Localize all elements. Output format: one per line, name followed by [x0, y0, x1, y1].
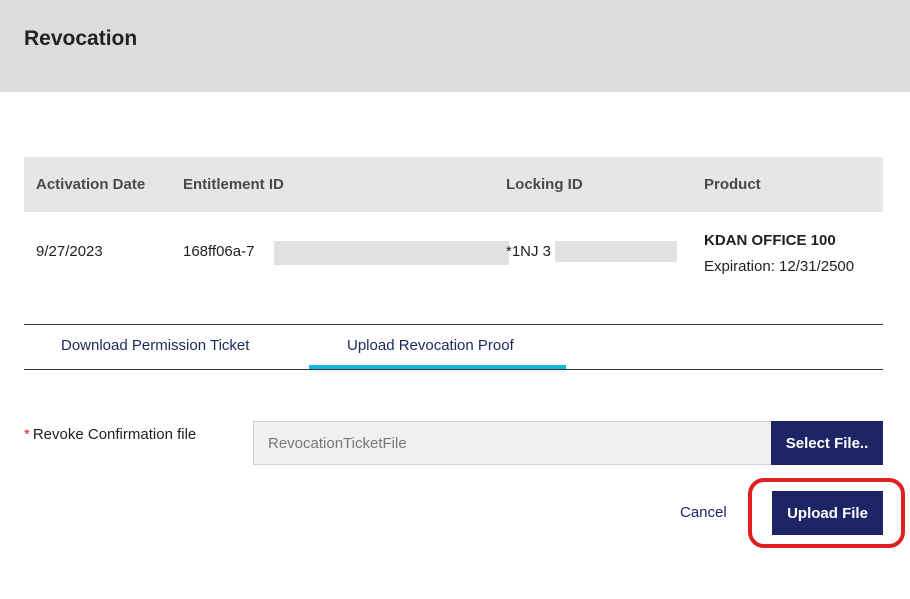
tabs-top-divider — [24, 324, 883, 325]
table-header-row: Activation Date Entitlement ID Locking I… — [24, 157, 883, 212]
cell-product-expiration: Expiration: 12/31/2500 — [704, 258, 855, 275]
select-file-button[interactable]: Select File.. — [771, 421, 883, 465]
dialog-title: Revocation — [24, 27, 138, 50]
tab-download-permission-ticket[interactable]: Download Permission Ticket — [61, 337, 249, 354]
table-row: 9/27/2023 168ff06a-7 *1NJ 3 KDAN OFFICE … — [24, 212, 883, 297]
cell-activation-date: 9/27/2023 — [36, 243, 103, 260]
column-header-activation-date: Activation Date — [36, 176, 146, 193]
cell-locking-id: *1NJ 3 — [506, 243, 552, 260]
dialog-header: Revocation — [0, 0, 910, 92]
cancel-link[interactable]: Cancel — [680, 504, 727, 521]
cell-product-name: KDAN OFFICE 100 — [704, 232, 836, 249]
required-marker: * — [24, 426, 30, 443]
tab-upload-revocation-proof[interactable]: Upload Revocation Proof — [347, 337, 514, 354]
revocation-file-input[interactable] — [253, 421, 771, 465]
revoke-confirmation-label-text: Revoke Confirmation file — [32, 426, 197, 443]
revoke-confirmation-label: * Revoke Confirmation file — [24, 426, 196, 443]
column-header-locking-id: Locking ID — [506, 176, 583, 193]
redaction-mask-locking-id — [555, 241, 677, 262]
column-header-product: Product — [704, 176, 761, 193]
upload-file-button[interactable]: Upload File — [772, 491, 883, 535]
active-tab-indicator — [309, 365, 566, 369]
column-header-entitlement-id: Entitlement ID — [183, 176, 284, 193]
redaction-mask-entitlement-id — [274, 241, 509, 265]
cell-entitlement-id: 168ff06a-7 — [183, 243, 255, 260]
tabs-bottom-divider — [24, 369, 883, 370]
